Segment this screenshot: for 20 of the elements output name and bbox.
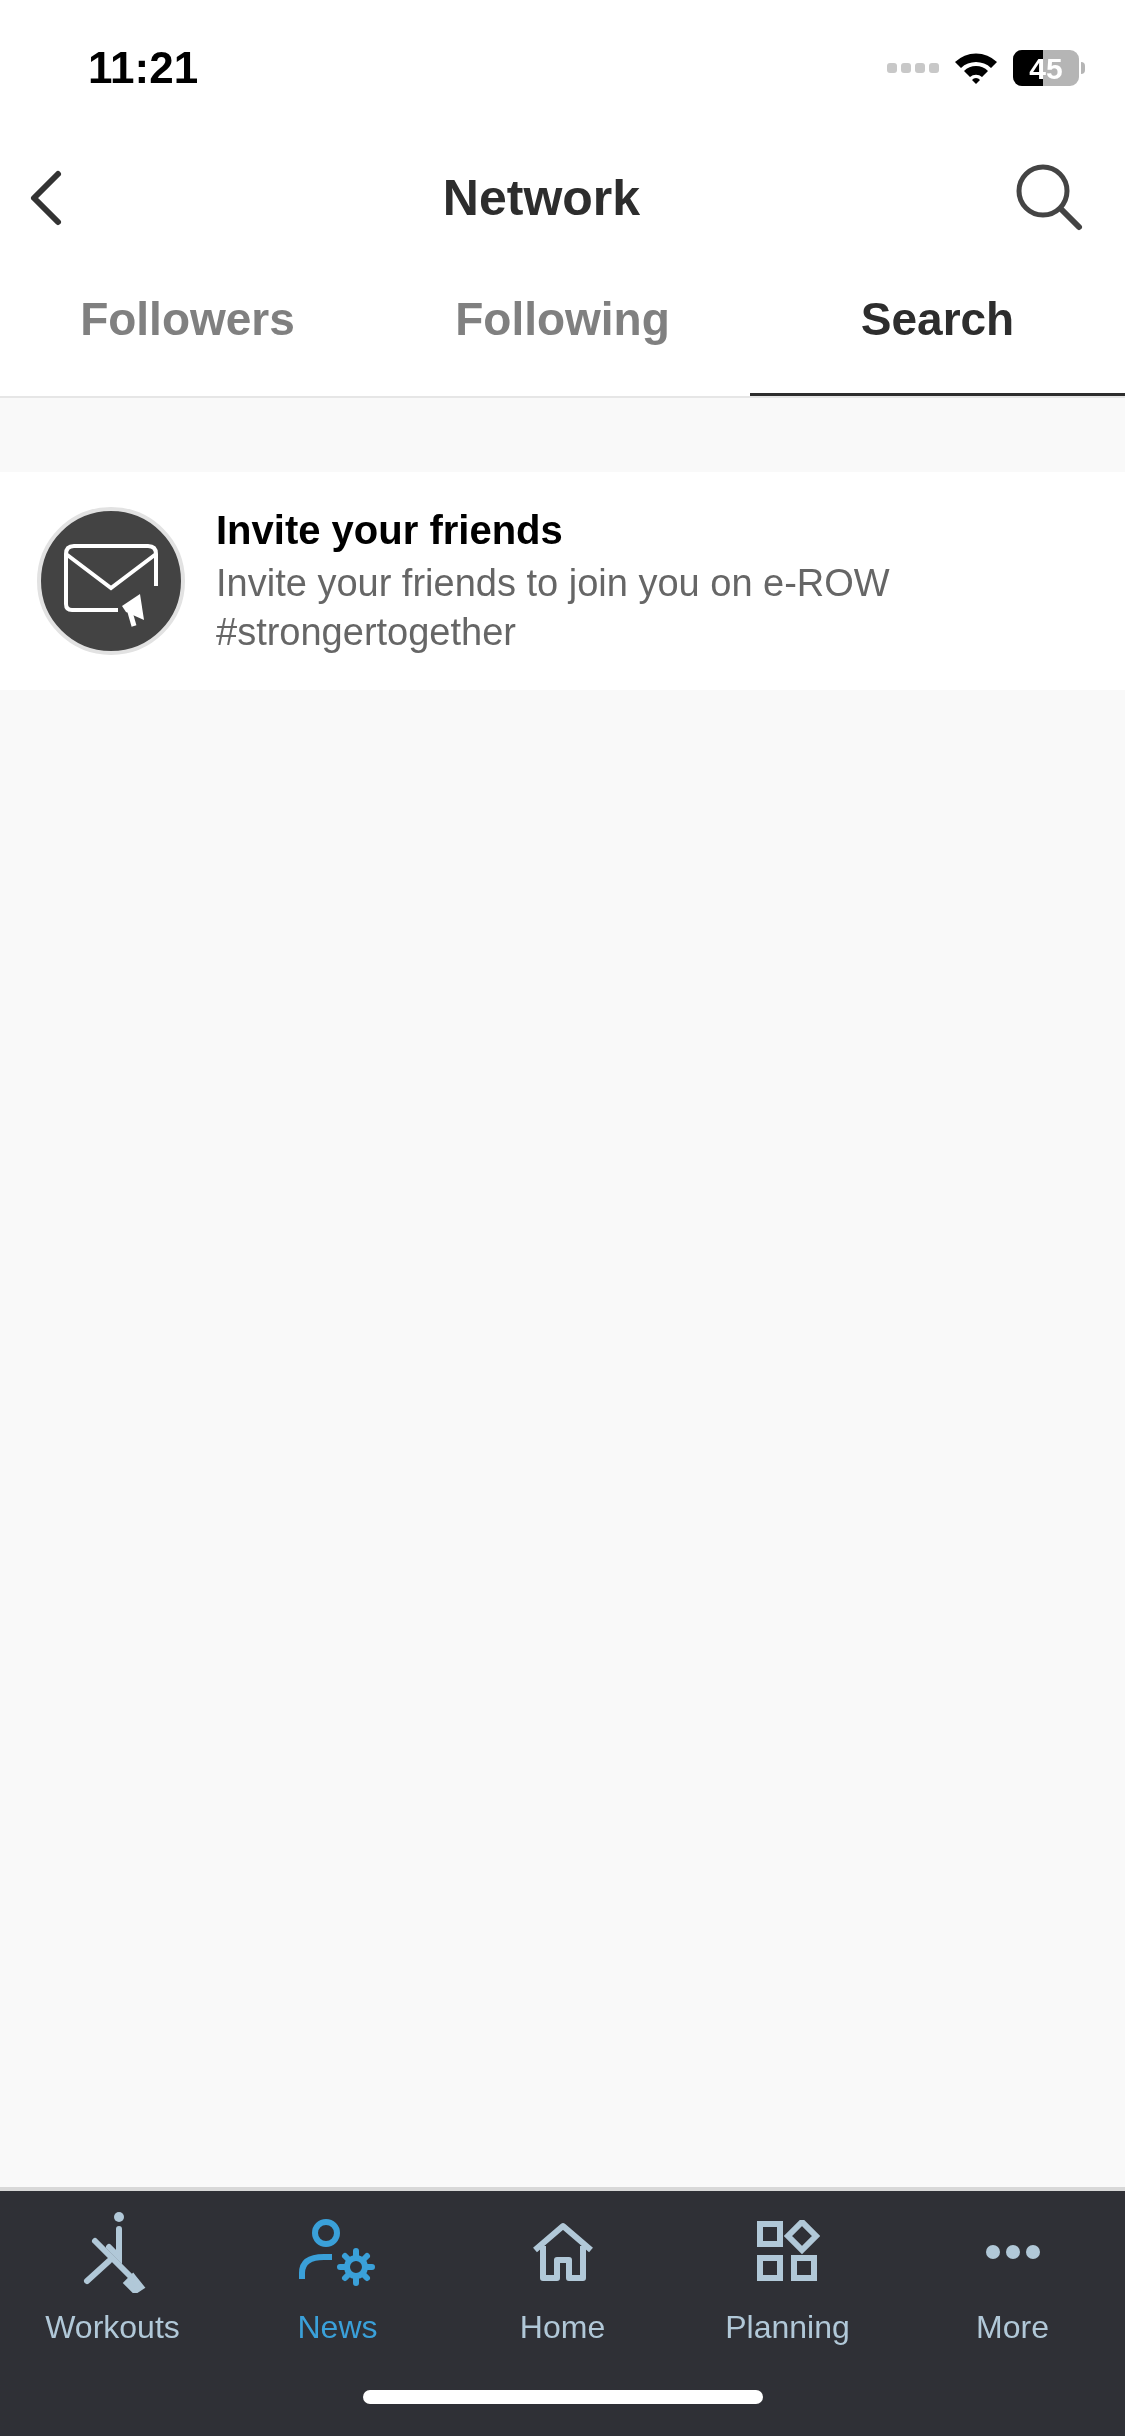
- more-icon: [984, 2244, 1041, 2260]
- user-gear-icon: [297, 2217, 378, 2287]
- search-icon[interactable]: [1015, 163, 1085, 233]
- home-icon: [530, 2222, 595, 2282]
- page-title: Network: [442, 168, 641, 228]
- invite-title: Invite your friends: [216, 506, 564, 554]
- status-time: 11:21: [88, 42, 199, 94]
- tab-bar-item[interactable]: Planning: [675, 2209, 900, 2361]
- tab-bar-item[interactable]: Home: [450, 2209, 675, 2361]
- invite-description: Invite your friends to join you on e-ROW #strongertogether: [216, 560, 891, 655]
- tab-bar-item[interactable]: Workouts: [0, 2209, 225, 2361]
- widgets-icon: [755, 2220, 820, 2284]
- tab[interactable]: Following: [375, 260, 750, 396]
- tab[interactable]: Search: [750, 260, 1125, 396]
- wifi-icon: [953, 51, 999, 85]
- cellular-signal-icon: [887, 61, 939, 75]
- tab-bar-item[interactable]: News: [225, 2209, 450, 2361]
- tab-bar-item[interactable]: More: [900, 2209, 1125, 2361]
- tab[interactable]: Followers: [0, 260, 375, 396]
- invite-row[interactable]: Invite your friends Invite your friends to join you on e-ROW #strongertogether: [0, 472, 1125, 690]
